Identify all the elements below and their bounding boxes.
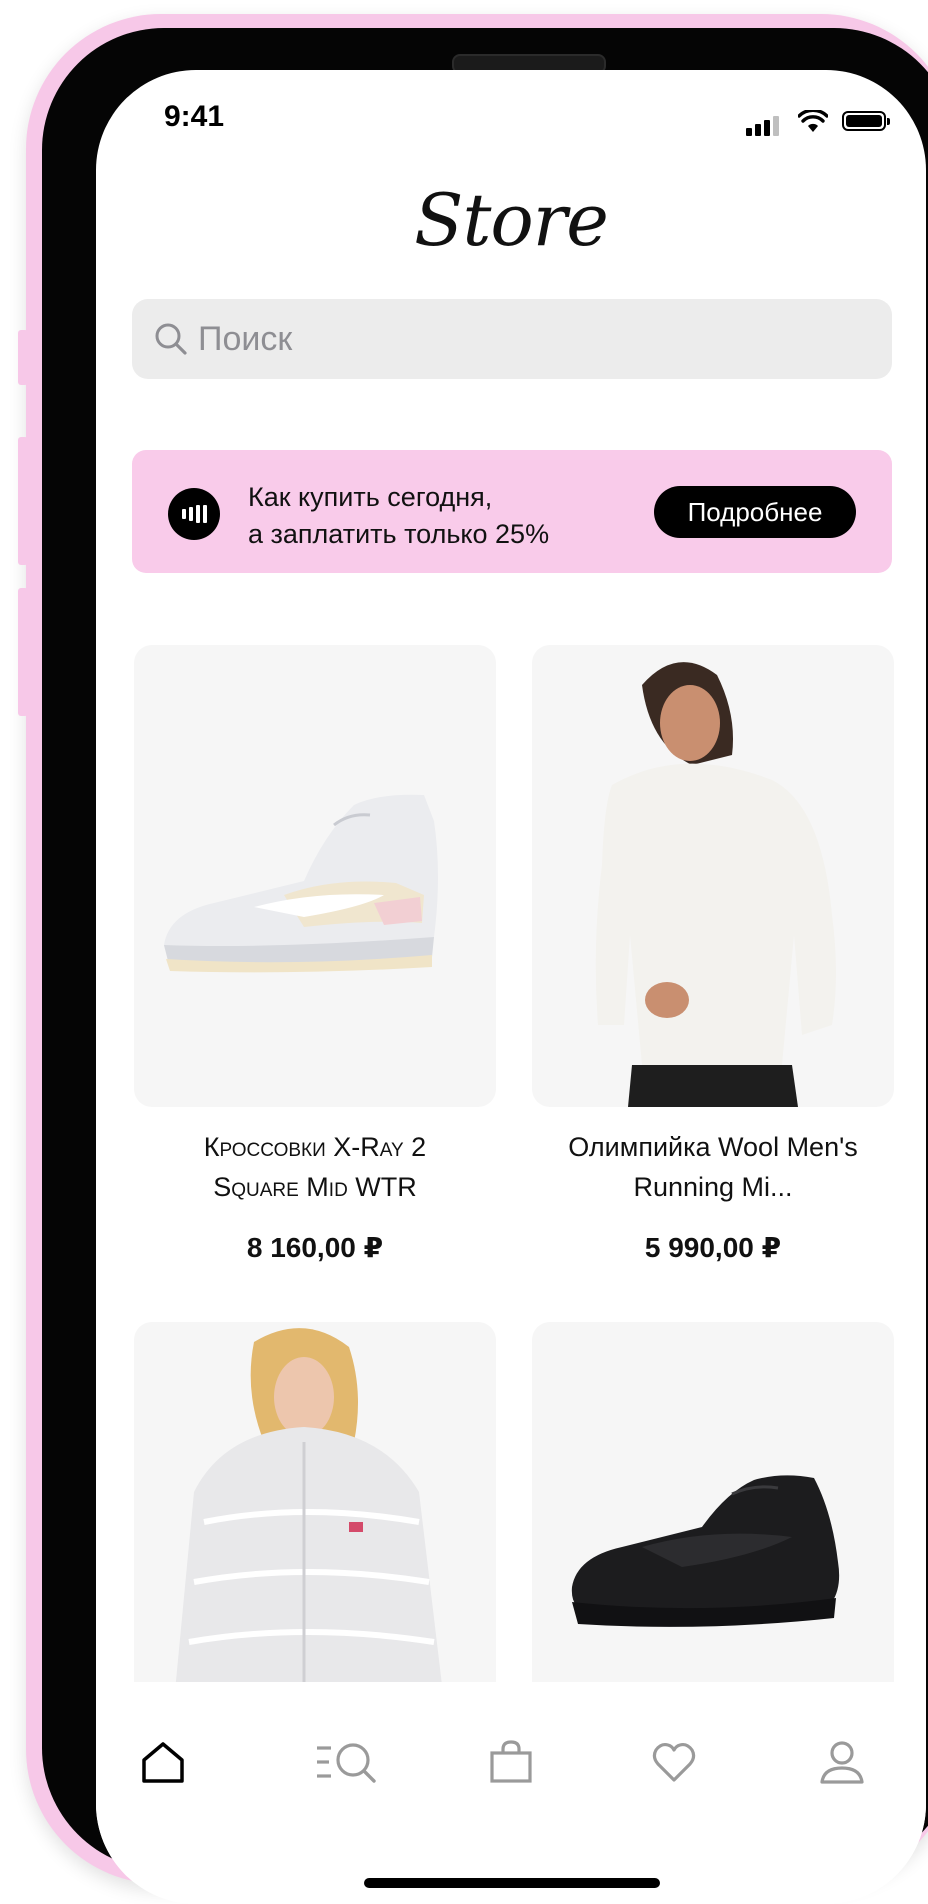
tab-home[interactable] — [133, 1732, 193, 1792]
white-sneaker-image — [164, 794, 438, 973]
home-icon — [142, 1742, 184, 1783]
search-input[interactable] — [196, 318, 800, 360]
installment-logo-icon — [168, 488, 220, 540]
white-running-top-image — [595, 662, 836, 1107]
cellular-signal-icon — [746, 116, 779, 136]
white-puffer-jacket-image — [174, 1328, 444, 1702]
heart-icon — [652, 1742, 696, 1782]
search-bar[interactable] — [132, 299, 892, 379]
product-name-line-1: Кроссовки X-Ray 2 — [203, 1132, 427, 1162]
status-time: 9:41 — [164, 100, 225, 133]
promo-line-2: а заплатить только 25% — [248, 519, 550, 549]
tab-favorites[interactable] — [644, 1732, 704, 1792]
page-title: Store — [414, 178, 609, 262]
product-name-line-1: Олимпийка Wool Men's — [568, 1132, 858, 1162]
promo-line-1: Как купить сегодня, — [248, 482, 493, 512]
home-indicator[interactable] — [364, 1878, 660, 1888]
product-price: 8 160,00 ₽ — [246, 1232, 384, 1263]
product-name-line-2: Square Mid WTR — [213, 1172, 417, 1202]
status-bar: 9:41 — [96, 70, 926, 140]
catalog-search-icon — [317, 1743, 376, 1783]
tab-bar — [96, 1682, 926, 1882]
product-image[interactable] — [532, 1322, 894, 1702]
promo-details-button[interactable]: Подробнее — [654, 486, 856, 538]
promo-banner[interactable]: Как купить сегодня, а заплатить только 2… — [132, 450, 892, 573]
product-name-line-2: Running Mi... — [633, 1172, 793, 1202]
phone-frame: 9:41 Store Поиск Как купить сегодня, а з… — [18, 14, 928, 1904]
promo-text: Как купить сегодня, а заплатить только 2… — [248, 479, 549, 553]
app-screen: 9:41 Store Поиск Как купить сегодня, а з… — [96, 70, 926, 1904]
product-image[interactable] — [134, 1322, 496, 1702]
side-button — [18, 437, 28, 565]
bag-icon — [490, 1740, 532, 1783]
product-name[interactable]: Олимпийка Wool Men's Running Mi... — [532, 1127, 894, 1207]
black-sneaker-image — [571, 1475, 840, 1627]
search-icon — [155, 323, 187, 355]
profile-icon — [820, 1741, 864, 1784]
product-name[interactable]: Кроссовки X-Ray 2 Square Mid WTR — [134, 1127, 496, 1207]
battery-icon — [842, 111, 890, 131]
product-image[interactable] — [134, 645, 496, 1107]
side-button — [18, 588, 28, 716]
side-button — [18, 330, 28, 385]
tab-bag[interactable] — [481, 1732, 541, 1792]
wifi-icon — [798, 110, 828, 132]
product-image[interactable] — [532, 645, 894, 1107]
product-price: 5 990,00 ₽ — [644, 1232, 782, 1263]
tab-profile[interactable] — [812, 1732, 872, 1792]
tab-catalog[interactable] — [308, 1732, 388, 1792]
